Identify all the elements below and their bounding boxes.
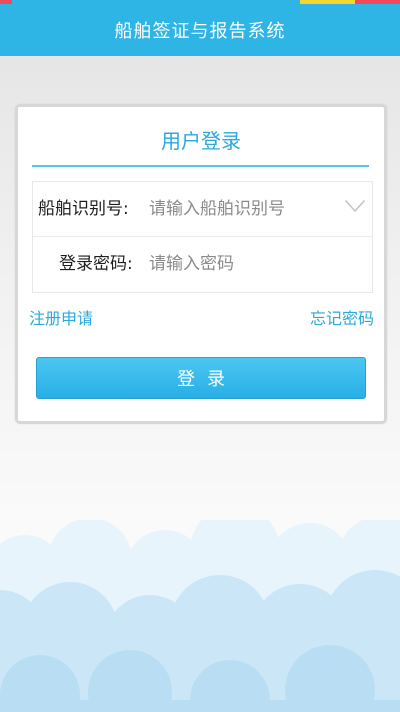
login-card: 用户登录 船舶识别号: 登录密码: 注册申请 忘记密码 登录 <box>15 104 387 424</box>
chevron-down-icon[interactable] <box>344 199 366 213</box>
title-underline <box>32 165 369 167</box>
cloud-background <box>0 520 400 712</box>
password-label: 登录密码: <box>59 254 133 274</box>
ship-id-input[interactable] <box>149 182 339 236</box>
ship-id-label: 船舶识别号: <box>38 199 129 219</box>
password-input[interactable] <box>149 237 359 291</box>
forgot-password-link[interactable]: 忘记密码 <box>310 305 374 329</box>
app-title: 船舶签证与报告系统 <box>114 21 286 42</box>
login-title: 用户登录 <box>161 129 241 153</box>
login-button[interactable]: 登录 <box>36 357 366 399</box>
register-link[interactable]: 注册申请 <box>29 305 93 329</box>
app-header: 船舶签证与报告系统 <box>0 4 400 56</box>
login-form-fields: 船舶识别号: 登录密码: <box>32 181 373 293</box>
password-row: 登录密码: <box>33 237 372 291</box>
ship-id-row: 船舶识别号: <box>33 182 372 236</box>
